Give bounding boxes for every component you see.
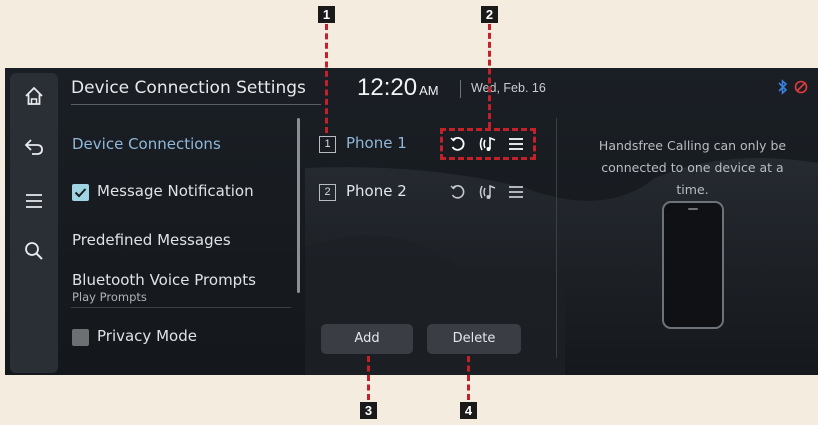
device-2-call-connect-icon[interactable]	[449, 182, 467, 202]
title-divider	[71, 104, 321, 105]
menu-icon	[26, 194, 42, 208]
message-notification-checkbox[interactable]	[72, 184, 89, 201]
callout-4-guide	[467, 356, 470, 400]
callout-2-highlight	[440, 128, 536, 160]
infotainment-screen: Device Connection Settings 12:20 AM Wed, …	[5, 68, 818, 375]
menu-message-notification[interactable]: Message Notification	[97, 182, 254, 200]
phone-speaker	[688, 208, 698, 210]
clock-time: 12:20	[357, 74, 418, 101]
device-2-name[interactable]: Phone 2	[346, 182, 407, 200]
handsfree-info-text: Handsfree Calling can only be connected …	[598, 138, 787, 197]
privacy-mode-checkbox[interactable]	[72, 329, 89, 346]
no-audio-status-icon	[794, 80, 808, 94]
back-icon	[24, 139, 43, 155]
menu-privacy-mode[interactable]: Privacy Mode	[97, 327, 197, 345]
device-1-name[interactable]: Phone 1	[346, 134, 407, 152]
add-button[interactable]: Add	[321, 324, 413, 354]
search-button[interactable]	[10, 231, 58, 271]
search-icon	[25, 242, 43, 260]
callout-3: 3	[360, 402, 377, 419]
menu-predefined-messages[interactable]: Predefined Messages	[72, 231, 231, 249]
device-2-audio-streaming-icon[interactable]	[477, 182, 499, 202]
home-button[interactable]	[10, 76, 58, 116]
left-nav-rail	[10, 73, 58, 373]
menu-scrollbar[interactable]	[297, 118, 300, 293]
menu-divider	[71, 307, 291, 308]
date: Wed, Feb. 16	[471, 81, 546, 95]
callout-2-guide	[488, 24, 491, 128]
home-icon	[25, 86, 43, 105]
menu-button[interactable]	[10, 181, 58, 221]
device-2-options-icon[interactable]	[507, 183, 525, 201]
callout-3-guide	[367, 356, 370, 400]
right-panel-divider	[556, 118, 557, 358]
device-1-number: 1	[319, 136, 336, 153]
callout-1: 1	[318, 6, 335, 23]
callout-4: 4	[460, 402, 477, 419]
checkmark-icon	[74, 188, 87, 198]
menu-bluetooth-voice-prompts-sub: Play Prompts	[72, 290, 147, 304]
device-2-number: 2	[319, 184, 336, 201]
menu-bluetooth-voice-prompts[interactable]: Bluetooth Voice Prompts	[72, 271, 256, 289]
menu-device-connections[interactable]: Device Connections	[72, 135, 221, 153]
phone-illustration	[662, 201, 724, 329]
page-title: Device Connection Settings	[71, 78, 306, 98]
bluetooth-status-icon	[778, 79, 788, 95]
clock: 12:20 AM	[357, 74, 439, 102]
clock-ampm: AM	[419, 83, 439, 98]
delete-button[interactable]: Delete	[427, 324, 521, 354]
date-separator	[460, 80, 461, 98]
callout-2: 2	[481, 6, 498, 23]
callout-1-guide	[325, 24, 328, 133]
back-button[interactable]	[10, 126, 58, 166]
